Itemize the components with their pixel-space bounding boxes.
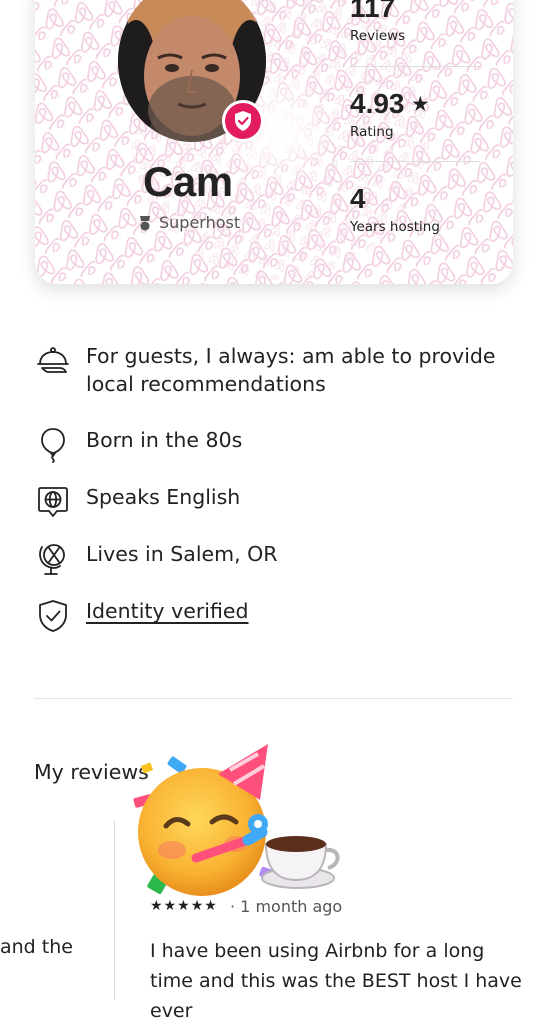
superhost-medal-icon [140, 215, 150, 230]
fact-languages-text: Speaks English [86, 485, 241, 509]
star-icon: ★ [412, 94, 429, 114]
fact-location-text: Lives in Salem, OR [86, 542, 278, 566]
shield-check-icon [34, 597, 72, 635]
service-bell-icon [34, 342, 72, 380]
star-icon: ★ [163, 898, 177, 914]
star-icon: ★ [177, 898, 190, 914]
star-icon: ★ [190, 898, 204, 914]
stat-reviews-label: Reviews [350, 28, 406, 44]
section-divider [34, 698, 513, 699]
fact-recommendations-text: For guests, I always: am able to provide… [86, 344, 496, 396]
stat-reviews-value: 117 [350, 0, 396, 23]
review-card-divider [114, 820, 115, 1000]
stat-years-hosting: 4 Years hosting [350, 183, 440, 235]
review-rating: ★ ★ ★ ★ ★ [150, 898, 217, 914]
star-icon: ★ [150, 898, 163, 914]
airbnb-logo-pattern [35, 0, 513, 284]
host-profile-card: Cam Superhost 117 Reviews 4.93 ★ Rating … [35, 0, 513, 284]
fact-born-text: Born in the 80s [86, 428, 243, 452]
superhost-badge: Superhost [139, 213, 240, 232]
fact-languages: Speaks English [34, 483, 516, 521]
speech-globe-icon [34, 483, 72, 521]
stat-years-value: 4 [350, 183, 366, 214]
stat-rating-label: Rating [350, 124, 394, 140]
party-face-sticker-icon [133, 744, 340, 896]
verified-badge-icon [222, 100, 264, 142]
fact-identity[interactable]: Identity verified [34, 597, 516, 635]
fact-recommendations: For guests, I always: am able to provide… [34, 342, 516, 398]
balloon-icon [34, 426, 72, 464]
star-icon: ★ [204, 898, 217, 914]
stat-rating-value: 4.93 [350, 88, 405, 119]
stat-divider [350, 66, 480, 67]
stat-rating: 4.93 ★ Rating [350, 88, 428, 140]
stat-reviews: 117 Reviews [350, 0, 405, 44]
fact-born: Born in the 80s [34, 426, 516, 464]
host-name: Cam [143, 158, 233, 205]
superhost-label: Superhost [159, 213, 241, 232]
stat-years-label: Years hosting [350, 219, 440, 235]
globe-stand-icon [34, 540, 72, 578]
fact-location: Lives in Salem, OR [34, 540, 516, 578]
stat-divider [350, 161, 480, 162]
review-text[interactable]: I have been using Airbnb for a long time… [150, 936, 530, 1026]
previous-review-snippet[interactable]: and the [0, 936, 73, 958]
identity-verified-link[interactable]: Identity verified [86, 597, 516, 625]
